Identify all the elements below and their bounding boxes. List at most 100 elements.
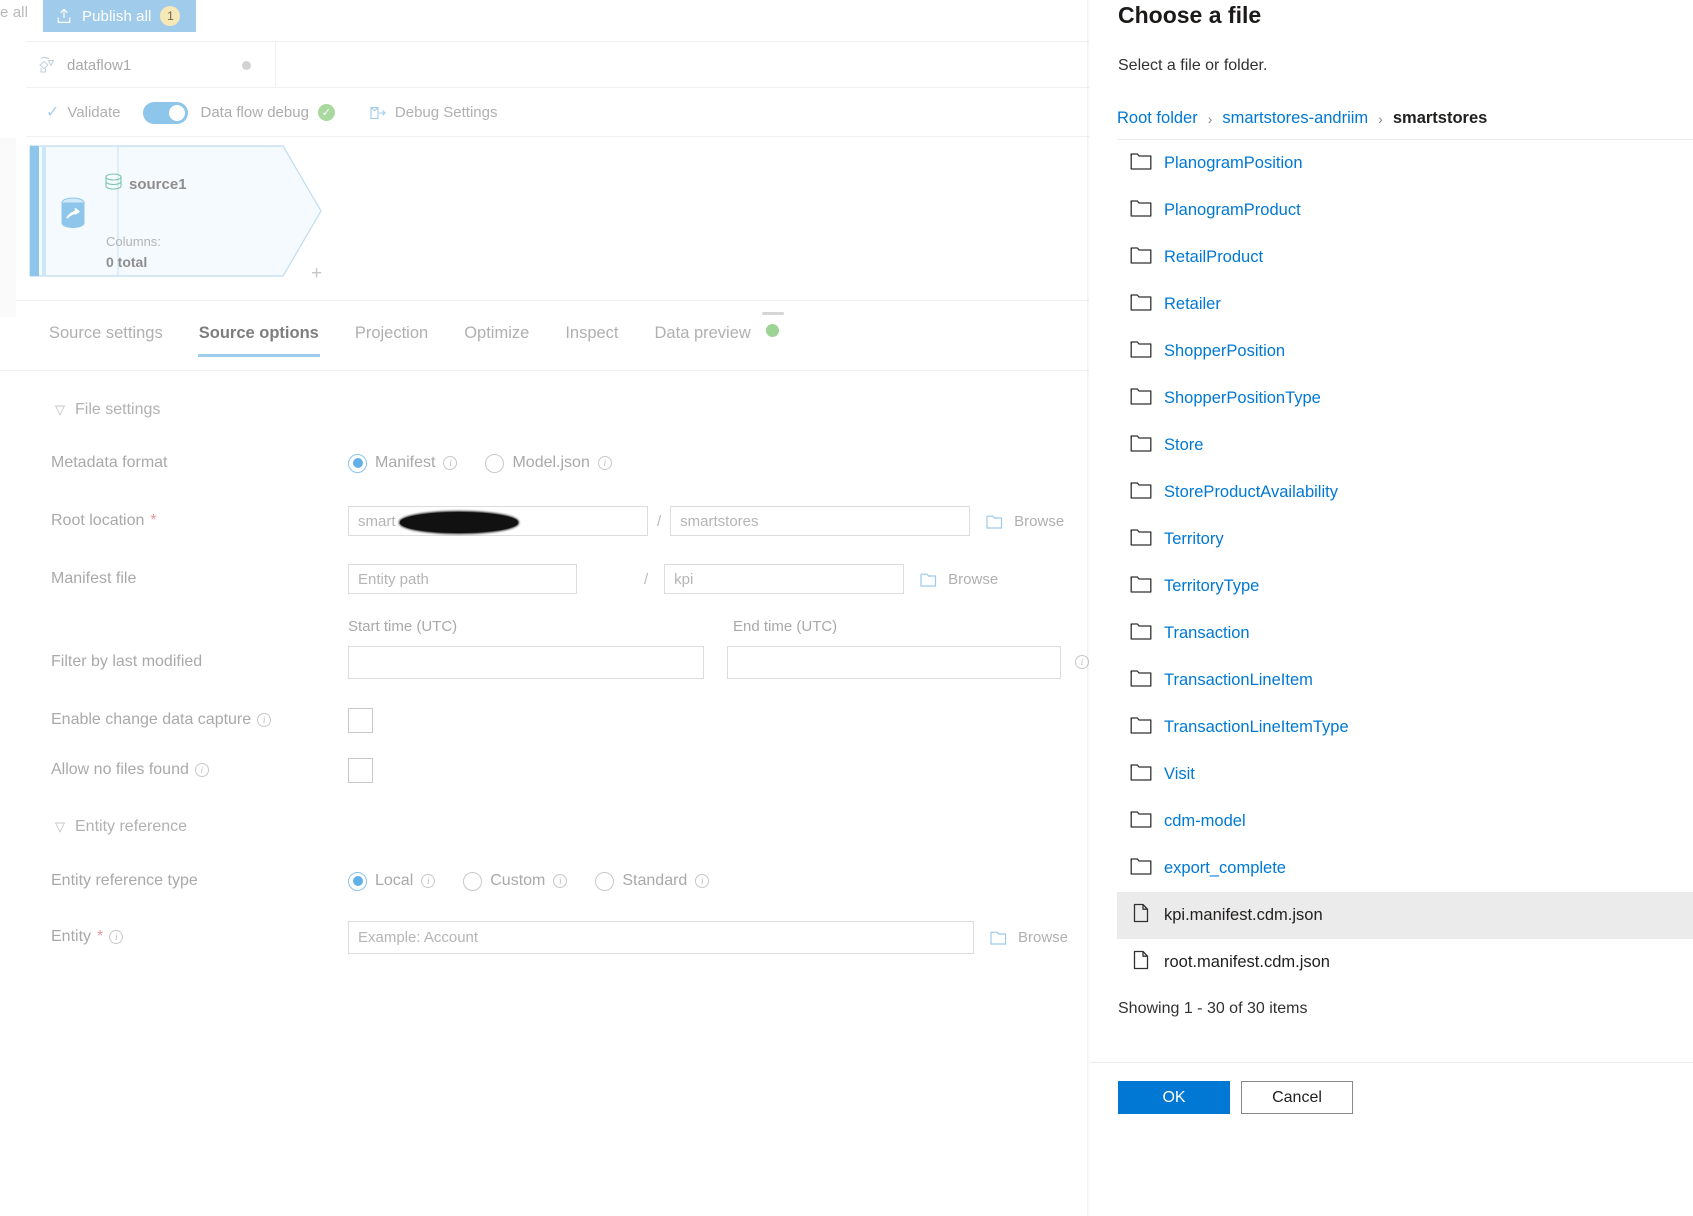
folder-row[interactable]: cdm-model (1117, 798, 1693, 845)
manifest-file-browse-button[interactable]: Browse (920, 571, 998, 588)
info-icon[interactable]: i (194, 763, 209, 777)
radio-dot-selected (348, 871, 367, 891)
folder-row[interactable]: PlanogramProduct (1117, 187, 1693, 234)
folder-row[interactable]: TerritoryType (1117, 563, 1693, 610)
info-icon[interactable]: i (443, 456, 458, 470)
manifest-file-input[interactable] (664, 564, 905, 594)
panel-resize-grip[interactable] (762, 312, 784, 315)
manifest-entity-path-input[interactable] (348, 564, 577, 594)
source-stream-icon (56, 196, 90, 232)
file-browser-list[interactable]: PlanogramPosition PlanogramProduct RetailP… (1117, 139, 1693, 984)
folder-icon (1130, 480, 1152, 505)
folder-icon (1130, 386, 1152, 411)
radio-local[interactable]: Local i (348, 871, 436, 891)
tab-inspect[interactable]: Inspect (565, 324, 618, 357)
info-icon[interactable]: i (421, 874, 436, 888)
entity-input[interactable] (348, 920, 974, 954)
allow-no-files-checkbox[interactable] (348, 757, 373, 783)
info-icon[interactable]: i (695, 874, 710, 888)
item-name: PlanogramPosition (1164, 154, 1303, 172)
radio-label: Custom (490, 872, 546, 889)
info-icon[interactable]: i (109, 930, 124, 944)
tab-projection[interactable]: Projection (355, 324, 428, 357)
publish-all-button[interactable]: Publish all 1 (43, 0, 197, 32)
info-icon[interactable]: i (597, 456, 612, 470)
source-node-columns-value: 0 total (106, 254, 148, 270)
radio-dot (595, 871, 615, 891)
source-node-source1[interactable]: source1 Columns: 0 total + (28, 144, 323, 284)
item-name: Retailer (1164, 295, 1221, 313)
folder-icon (1130, 151, 1152, 176)
folder-row[interactable]: Territory (1117, 516, 1693, 563)
root-location-folder-input[interactable] (670, 506, 971, 536)
ok-button[interactable]: OK (1118, 1081, 1230, 1114)
command-bar: e all Publish all 1 (0, 0, 1089, 32)
radio-custom[interactable]: Custom i (463, 871, 568, 891)
add-transformation-icon[interactable]: + (311, 263, 322, 285)
source-node-title: source1 (104, 172, 187, 196)
debug-settings-label: Debug Settings (394, 104, 498, 121)
file-row[interactable]: root.manifest.cdm.json (1117, 939, 1693, 984)
folder-icon (1130, 292, 1152, 317)
file-row[interactable]: kpi.manifest.cdm.json (1117, 892, 1693, 939)
end-time-label: End time (UTC) (733, 617, 838, 635)
debug-settings-button[interactable]: Debug Settings (367, 103, 498, 123)
folder-row[interactable]: ShopperPosition (1117, 328, 1693, 375)
info-icon[interactable]: i (553, 874, 568, 888)
tab-label: Inspect (565, 324, 619, 342)
folder-row[interactable]: export_complete (1117, 845, 1693, 892)
tab-optimize[interactable]: Optimize (464, 324, 529, 357)
entity-reference-section-header[interactable]: ▽ Entity reference (0, 810, 1089, 844)
radio-label: Standard (622, 872, 688, 889)
folder-row[interactable]: TransactionLineItem (1117, 657, 1693, 704)
folder-row[interactable]: RetailProduct (1117, 234, 1693, 281)
publish-all-label: Publish all (82, 7, 152, 25)
folder-row[interactable]: Store (1117, 422, 1693, 469)
tab-dataflow1[interactable]: dataflow1 (26, 42, 276, 88)
validate-button[interactable]: ✓ Validate (46, 104, 121, 121)
filter-end-time-input[interactable] (726, 645, 1061, 679)
root-location-label: Root location * (51, 512, 157, 529)
validate-all-partial-label: e all (0, 4, 29, 21)
green-status-dot (766, 324, 780, 337)
filter-start-time-input[interactable] (348, 645, 704, 679)
folder-row[interactable]: TransactionLineItemType (1117, 704, 1693, 751)
tab-data-preview[interactable]: Data preview (655, 324, 780, 357)
folder-row[interactable]: Visit (1117, 751, 1693, 798)
folder-row[interactable]: ShopperPositionType (1117, 375, 1693, 422)
source-node-columns-label: Columns: (106, 234, 161, 249)
radio-standard[interactable]: Standard i (595, 871, 710, 891)
item-name: kpi.manifest.cdm.json (1164, 906, 1323, 924)
radio-label: Model.json (512, 454, 590, 471)
breadcrumb-item-root-folder[interactable]: Root folder (1117, 109, 1198, 128)
folder-row[interactable]: StoreProductAvailability (1117, 469, 1693, 516)
source-options-form: ▽ File settings Metadata format Manifest… (0, 371, 1089, 955)
folder-icon (990, 929, 1009, 946)
breadcrumb-item-smartstores-andriim[interactable]: smartstores-andriim (1222, 109, 1368, 128)
dataflow-canvas[interactable]: source1 Columns: 0 total + (0, 138, 1089, 300)
showing-count-label: Showing 1 - 30 of 30 items (1118, 1000, 1308, 1017)
radio-manifest[interactable]: Manifest i (348, 453, 458, 473)
tab-source-options[interactable]: Source options (197, 324, 320, 357)
folder-row[interactable]: Retailer (1117, 281, 1693, 328)
tab-source-settings[interactable]: Source settings (49, 324, 163, 357)
row-allow-no-files: Allow no files found i (0, 752, 1089, 788)
folder-row[interactable]: Transaction (1117, 610, 1693, 657)
entity-browse-button[interactable]: Browse (990, 929, 1068, 946)
cancel-button[interactable]: Cancel (1241, 1081, 1353, 1114)
file-settings-section-header[interactable]: ▽ File settings (0, 393, 1089, 427)
allow-no-files-label: Allow no files found i (51, 761, 348, 779)
radio-model-json[interactable]: Model.json i (485, 453, 612, 473)
folder-icon (1130, 809, 1152, 834)
data-flow-debug-toggle[interactable] (142, 101, 188, 124)
chevron-down-icon: ▽ (55, 819, 65, 834)
info-icon[interactable]: i (257, 713, 272, 727)
row-entity-reference-type: Entity reference type Local i Custom i S… (0, 863, 1089, 899)
folder-row[interactable]: PlanogramPosition (1117, 140, 1693, 187)
item-name: TransactionLineItemType (1164, 718, 1349, 736)
enable-cdc-checkbox[interactable] (348, 707, 373, 733)
radio-dot (485, 453, 505, 473)
browse-label: Browse (1014, 512, 1065, 530)
root-location-browse-button[interactable]: Browse (986, 513, 1064, 530)
folder-icon (1130, 433, 1152, 458)
